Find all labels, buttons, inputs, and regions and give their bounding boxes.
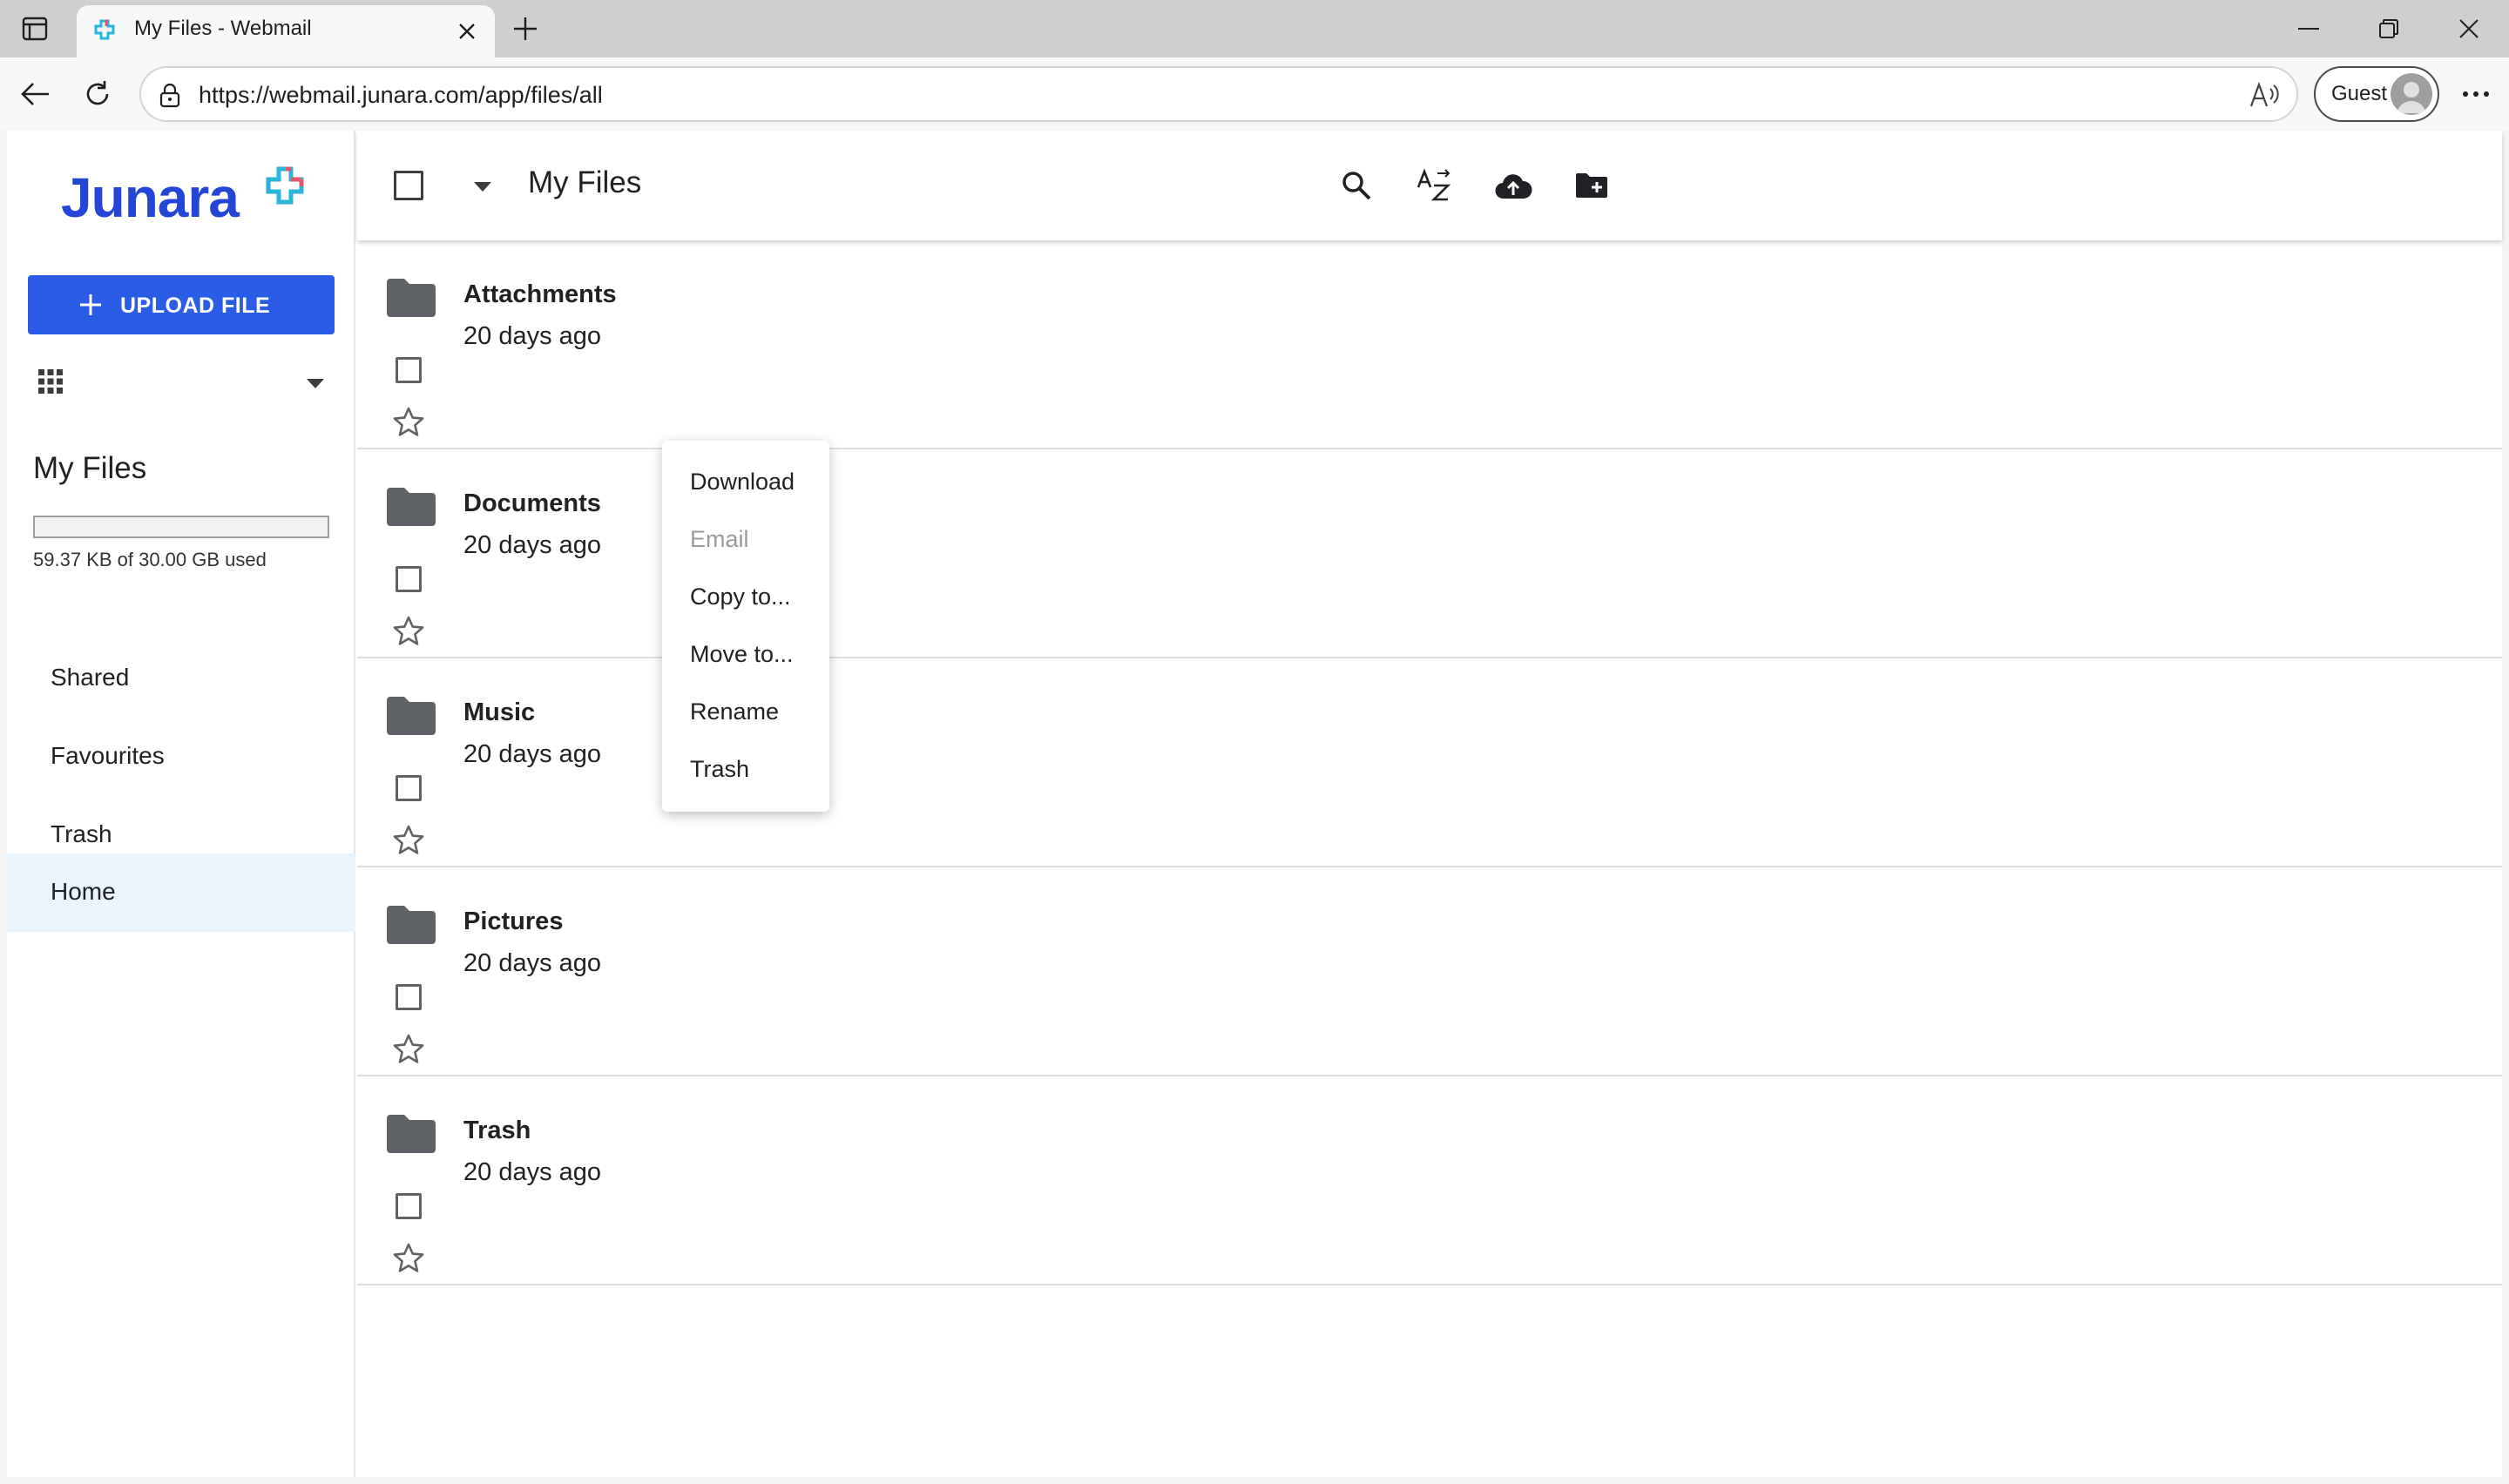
file-checkbox[interactable] (396, 1193, 422, 1219)
menu-item-label: Move to... (690, 641, 794, 667)
sidebar-section-title: My Files (33, 451, 147, 485)
folder-icon (387, 279, 436, 317)
menu-item-email: Email (662, 510, 829, 568)
menu-item-label: Trash (690, 756, 750, 782)
upload-file-button[interactable]: UPLOAD FILE (28, 275, 335, 334)
sidebar-item-label: Home (51, 878, 116, 905)
menu-item-label: Copy to... (690, 583, 791, 610)
storage-usage-text: 59.37 KB of 30.00 GB used (33, 549, 267, 570)
menu-item-move-to[interactable]: Move to... (662, 625, 829, 683)
folder-icon (387, 1115, 436, 1153)
sidebar-item-home[interactable]: Home (7, 853, 355, 932)
star-icon[interactable] (392, 1033, 425, 1066)
menu-item-label: Rename (690, 698, 780, 725)
file-checkbox[interactable] (396, 357, 422, 383)
file-row[interactable]: Attachments 20 days ago (357, 240, 2502, 449)
tab-actions-icon[interactable] (17, 12, 52, 45)
new-folder-icon[interactable] (1570, 164, 1613, 207)
tab-close-icon[interactable] (453, 17, 481, 45)
new-tab-icon[interactable] (507, 10, 544, 47)
file-checkbox[interactable] (396, 984, 422, 1010)
star-icon[interactable] (392, 1242, 425, 1275)
star-icon[interactable] (392, 615, 425, 648)
file-row[interactable]: Pictures 20 days ago (357, 867, 2502, 1076)
url-input[interactable]: https://webmail.junara.com/app/files/all (139, 66, 2298, 122)
browser-tab[interactable]: My Files - Webmail (77, 5, 495, 57)
menu-item-download[interactable]: Download (662, 453, 829, 510)
folder-icon (387, 906, 436, 944)
restore-icon[interactable] (2363, 10, 2415, 47)
back-icon[interactable] (14, 73, 56, 115)
sort-az-icon[interactable] (1413, 164, 1457, 207)
menu-item-rename[interactable]: Rename (662, 683, 829, 740)
file-date: 20 days ago (463, 1158, 602, 1186)
star-icon[interactable] (392, 406, 425, 439)
file-date: 20 days ago (463, 322, 602, 350)
page-title: My Files (528, 165, 642, 199)
lock-icon (159, 83, 180, 108)
tab-title: My Files - Webmail (134, 17, 312, 40)
menu-item-label: Email (690, 526, 749, 552)
apps-grid-icon (38, 369, 63, 394)
close-window-icon[interactable] (2443, 10, 2495, 47)
upload-file-label: UPLOAD FILE (120, 293, 271, 318)
profile-button[interactable]: Guest (2314, 66, 2439, 122)
file-name[interactable]: Trash (463, 1116, 531, 1145)
file-name[interactable]: Attachments (463, 280, 617, 309)
browser-address-bar: https://webmail.junara.com/app/files/all… (0, 57, 2509, 131)
plus-icon (80, 294, 101, 315)
minimize-icon[interactable] (2282, 10, 2335, 47)
junara-favicon-icon (94, 19, 115, 40)
cloud-upload-icon[interactable] (1491, 164, 1535, 207)
star-icon[interactable] (392, 824, 425, 857)
files-toolbar: My Files (357, 131, 2502, 240)
file-context-menu: Download Email Copy to... Move to... Ren… (662, 441, 829, 812)
profile-label: Guest (2331, 82, 2388, 105)
file-checkbox[interactable] (396, 566, 422, 592)
file-name[interactable]: Pictures (463, 907, 563, 936)
read-aloud-icon[interactable] (2248, 78, 2281, 111)
browser-tab-bar: My Files - Webmail (0, 0, 2509, 57)
junara-logo[interactable]: Junara (61, 165, 322, 235)
storage-usage-bar (33, 516, 329, 538)
file-date: 20 days ago (463, 531, 602, 559)
url-text: https://webmail.junara.com/app/files/all (199, 82, 603, 108)
sidebar: Junara UPLOAD FILE My Files 59.37 KB of … (7, 131, 355, 1477)
sidebar-item-favourites[interactable]: Favourites (7, 718, 355, 796)
select-options-caret-icon[interactable] (470, 174, 495, 199)
file-checkbox[interactable] (396, 775, 422, 801)
file-name[interactable]: Documents (463, 489, 601, 518)
sidebar-item-label: Shared (51, 664, 130, 691)
caret-down-icon[interactable] (303, 371, 328, 395)
more-options-icon[interactable] (2455, 73, 2497, 115)
file-row[interactable]: Trash 20 days ago (357, 1076, 2502, 1285)
menu-item-label: Download (690, 469, 795, 495)
webmail-app: Junara UPLOAD FILE My Files 59.37 KB of … (7, 131, 2502, 1477)
menu-item-trash[interactable]: Trash (662, 740, 829, 798)
refresh-icon[interactable] (77, 73, 118, 115)
logo-text: Junara (61, 166, 240, 229)
sidebar-item-label: Trash (51, 820, 112, 847)
search-icon[interactable] (1335, 164, 1378, 207)
file-name[interactable]: Music (463, 698, 535, 727)
sidebar-item-label: Favourites (51, 742, 165, 769)
select-all-checkbox[interactable] (394, 171, 423, 200)
folder-icon (387, 697, 436, 735)
junara-logo-mark-icon (266, 166, 304, 205)
file-date: 20 days ago (463, 949, 602, 977)
menu-item-copy-to[interactable]: Copy to... (662, 568, 829, 625)
file-date: 20 days ago (463, 740, 602, 768)
avatar-icon (2391, 73, 2432, 115)
folder-icon (387, 488, 436, 526)
sidebar-item-shared[interactable]: Shared (7, 639, 355, 718)
apps-switcher[interactable] (28, 359, 335, 406)
